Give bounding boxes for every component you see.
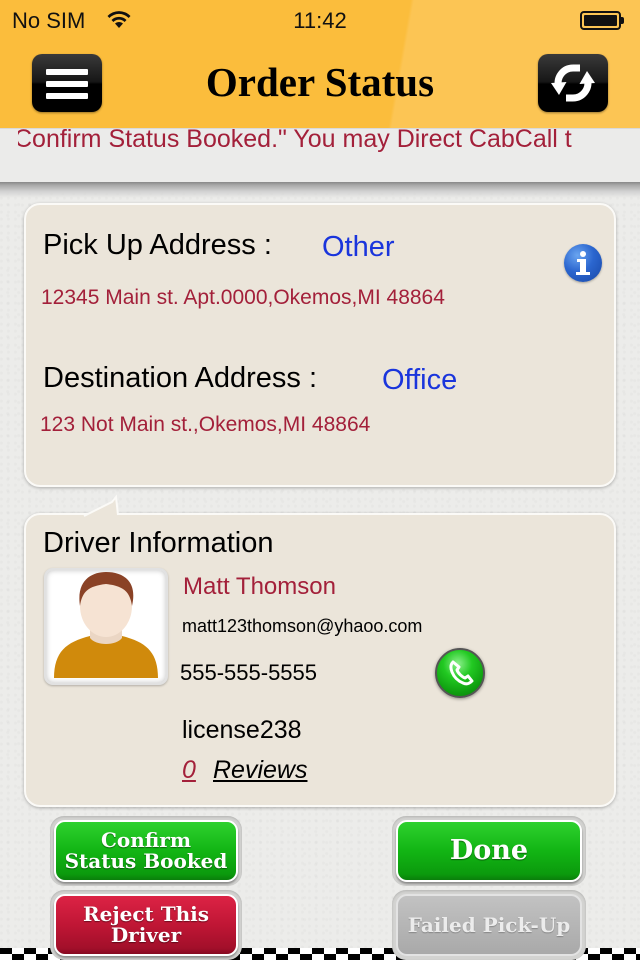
battery-icon — [580, 11, 624, 30]
done-button[interactable]: Done — [396, 820, 582, 882]
reject-label-line2: Driver — [110, 923, 182, 947]
refresh-button[interactable] — [538, 54, 608, 112]
pickup-type[interactable]: Other — [322, 231, 395, 264]
status-bar: No SIM 11:42 — [0, 0, 640, 40]
review-count-link[interactable]: 0 — [182, 756, 196, 785]
driver-email: matt123thomson@yhaoo.com — [182, 616, 423, 636]
address-card: Pick Up Address : Other 12345 Main st. A… — [24, 203, 616, 487]
reject-button-frame: Reject This Driver — [50, 890, 242, 960]
driver-license: license238 — [182, 716, 302, 744]
driver-card: Driver Information Matt Thomson matt123t… — [24, 494, 616, 807]
destination-address: 123 Not Main st.,Okemos,MI 48864 — [40, 413, 371, 436]
confirm-label-line2: Status Booked — [64, 849, 228, 873]
reviews-link[interactable]: Reviews — [213, 756, 307, 785]
driver-phone: 555-555-5555 — [180, 660, 318, 685]
refresh-icon — [551, 64, 595, 102]
destination-label: Destination Address : — [43, 362, 318, 394]
driver-name: Matt Thomson — [183, 573, 336, 600]
reject-label-line1: Reject This — [83, 902, 209, 926]
phone-call-icon — [449, 660, 474, 686]
driver-section-title: Driver Information — [43, 527, 274, 559]
ticker-text: Confirm Status Booked." You may Direct C… — [18, 128, 572, 153]
done-button-frame: Done — [392, 816, 586, 886]
ticker-divider — [0, 182, 640, 198]
pickup-label: Pick Up Address : — [43, 229, 272, 261]
driver-avatar — [44, 568, 168, 685]
failed-pickup-button-frame: Failed Pick-Up — [392, 890, 586, 960]
info-icon[interactable] — [564, 244, 602, 282]
destination-type[interactable]: Office — [382, 364, 457, 397]
ticker-marquee: Confirm Status Booked." You may Direct C… — [18, 128, 618, 162]
clock: 11:42 — [293, 8, 347, 33]
confirm-button-frame: Confirm Status Booked — [50, 816, 242, 886]
confirm-status-booked-button[interactable]: Confirm Status Booked — [54, 820, 238, 882]
speech-bubble-tail — [82, 494, 119, 517]
failed-pickup-button[interactable]: Failed Pick-Up — [396, 894, 582, 956]
pickup-address: 12345 Main st. Apt.0000,Okemos,MI 48864 — [41, 286, 445, 309]
call-driver-button[interactable] — [435, 648, 485, 698]
reject-driver-button[interactable]: Reject This Driver — [54, 894, 238, 956]
header: No SIM 11:42 Order Status — [0, 0, 640, 128]
person-avatar-icon — [54, 572, 158, 678]
confirm-label-line1: Confirm — [100, 828, 192, 852]
